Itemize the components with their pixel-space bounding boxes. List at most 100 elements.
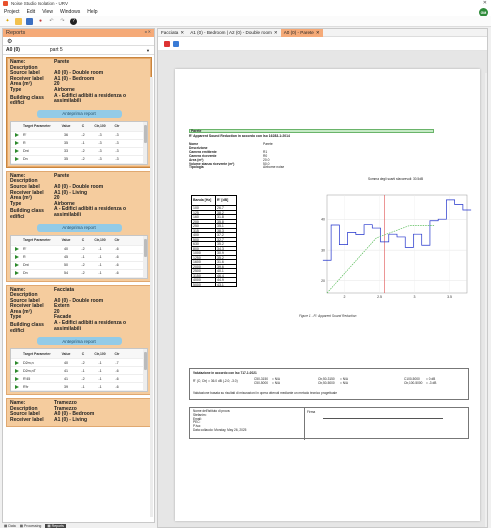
ctr100-cell: -1 [98,255,102,259]
ctr100-cell: -1 [98,368,102,373]
preview-report-button[interactable]: Anteprima report [36,109,122,118]
param-cell: R'45 [23,376,31,381]
table-row[interactable]: R' 36 -2 -3 -3 [11,132,147,140]
viewer-scrollbar[interactable] [485,73,487,527]
table-scrollbar[interactable] [143,235,147,278]
table-scrollbar[interactable] [143,121,147,164]
table-row[interactable]: R' 40 -2 -1 -6 [11,246,147,254]
table-row[interactable]: R'45 41 -2 -1 -6 [11,375,147,384]
export-doc-icon[interactable] [173,40,179,47]
ctr-cell: -3 [115,141,119,146]
tab-facciata[interactable]: Facciata ✕ [158,29,187,37]
report-card[interactable]: Name: Parete Description Source label A0 (… [6,170,152,282]
param-cell: R' [23,247,27,251]
table-scrollbar[interactable] [143,349,147,392]
band-freq: 800 [192,246,216,250]
close-tab-icon[interactable]: ✕ [180,30,184,36]
table-row[interactable]: R 35 -1 -3 -3 [11,140,147,148]
table-row[interactable]: Dnt 50 -2 -1 -6 [11,262,147,270]
col-value: Value [61,351,71,356]
band-r: 35.8 [217,219,224,224]
play-icon[interactable] [15,133,19,138]
menu-windows[interactable]: Windows [60,9,80,15]
y-tick-label: 30 [321,248,325,252]
menu-project[interactable]: Project [4,9,20,15]
table-row[interactable]: R 45 -1 -1 -6 [11,254,147,262]
x-tick-label: 3.5 [447,295,452,299]
ctr100-cell: -1 [98,247,102,251]
reports-panel-header: Reports ◂ ✕ [3,29,154,37]
preview-report-button[interactable]: Anteprima report [36,223,122,232]
play-icon[interactable] [15,149,19,154]
gear-icon[interactable]: ⚙ [7,38,12,45]
reports-scrollbar[interactable] [150,77,153,517]
report-card[interactable]: Name: Facciata Description Source label A0… [6,284,152,396]
play-icon[interactable] [15,360,19,365]
play-icon[interactable] [15,271,19,275]
table-row[interactable]: Dn 35 -2 -3 -3 [11,156,147,164]
play-icon[interactable] [15,384,19,389]
table-row[interactable]: D2m,n 40 -2 -1 -7 [11,359,147,368]
band-row: 250 35.1 [192,223,236,228]
play-icon[interactable] [15,255,19,259]
play-icon[interactable] [15,368,19,373]
tab-processing[interactable]: ▦ Processing [20,524,42,528]
menu-edit[interactable]: Edit [27,9,36,15]
table-row[interactable]: Dnt 33 -2 -3 -3 [11,148,147,156]
play-icon[interactable] [15,247,19,251]
help-icon[interactable]: ? [70,17,77,25]
menu-help[interactable]: Help [87,9,97,15]
close-tab-icon[interactable]: ✕ [274,30,278,36]
title-bar: Noise Studio Isolation - URV ✕ [0,0,491,7]
report-card[interactable]: Name: Tramezzo Description Tramezzo Source… [6,398,152,427]
eval-ctr100-value: = -3 dB [426,380,437,385]
play-icon[interactable] [15,141,19,146]
preview-report-button[interactable]: Anteprima report [36,337,122,346]
chevron-down-icon[interactable]: ▼ [146,48,150,53]
app-window: Noise Studio Isolation - URV ✕ Project E… [0,0,491,528]
redo-icon[interactable]: ↷ [59,18,66,25]
open-folder-icon[interactable] [15,17,22,25]
band-freq: 2000 [192,264,216,268]
band-row: 4000 44.9 [192,277,236,282]
band-table-header: Banda [Hz] R' [dB] [192,196,236,205]
report-card[interactable]: Name: Parete Description Source label A0 (… [6,57,152,168]
band-r: 31.8 [217,215,224,219]
band-r: 35.2 [217,255,224,260]
new-project-icon[interactable]: ✦ [4,18,11,25]
close-tab-icon[interactable]: ✕ [316,30,320,36]
col-value: Value [61,238,71,242]
table-row[interactable]: R'tr 39 -1 -1 -6 [11,383,147,392]
eval-title: Valutazione in accordo con Iso 717-1:202… [193,371,257,375]
band-r: 32.7 [217,237,224,242]
close-window-icon[interactable]: ✕ [483,0,487,6]
info-value: Airborne noise [263,165,285,170]
tab-parete[interactable]: A0 (0) - Parete ✕ [280,29,323,37]
param-cell: R' [23,133,27,138]
col-param: Target Parameter [23,124,51,129]
menu-view[interactable]: View [42,9,53,15]
tab-data[interactable]: ▦ Data [4,524,16,528]
band-row: 1250 35.2 [192,254,236,260]
value-cell: 36 [64,133,68,138]
undo-icon[interactable]: ↶ [48,18,55,25]
play-icon[interactable] [15,263,19,267]
panel-close-icon[interactable]: ◂ ✕ [145,29,151,34]
signature-label: Firma [307,410,316,414]
pdf-icon[interactable] [164,40,170,47]
param-cell: R'tr [23,384,29,389]
plot-area [326,194,468,294]
band-freq: 1000 [192,251,216,255]
tab-reports[interactable]: ▦ Reports [45,523,66,528]
tab-bedroom[interactable]: A1 (0) - Bedroom | A2 (0) - Double room … [187,29,280,37]
band-row: 100 26.7 [192,205,236,210]
table-row[interactable]: Dn 54 -2 -1 -6 [11,270,147,278]
room-selector[interactable]: A0 (0) part 5 ▼ [3,46,154,55]
play-icon[interactable] [15,376,19,381]
table-row[interactable]: D2m,nT 41 -1 -1 -6 [11,367,147,376]
param-cell: Dn [23,157,28,162]
export-icon[interactable]: ● [37,18,44,25]
unfavourable-sum: Somma degli scarti sfavorevoli: 30.5dB [368,177,424,181]
play-icon[interactable] [15,157,19,162]
save-icon[interactable] [26,17,33,25]
